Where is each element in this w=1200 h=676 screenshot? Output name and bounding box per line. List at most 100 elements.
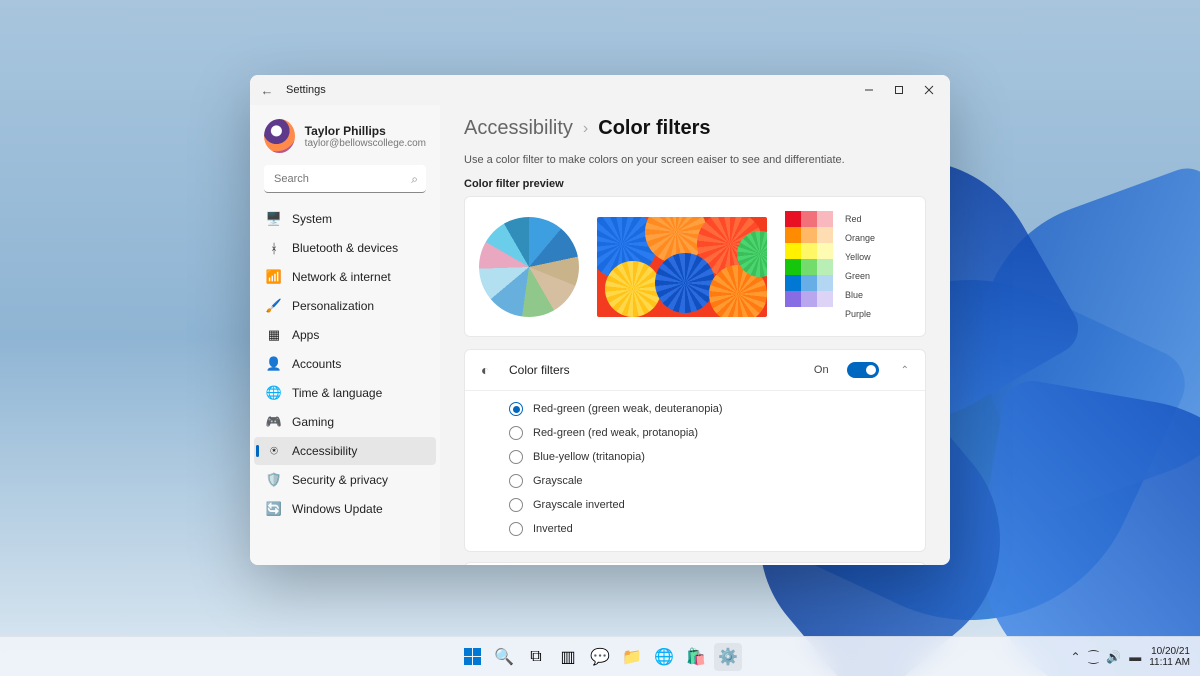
system-tray[interactable]: ⌃ ⁐ 🔊 ▬ 10/20/21 11:11 AM <box>1071 646 1200 668</box>
sidebar-item-windows-update[interactable]: 🔄Windows Update <box>254 495 436 523</box>
swatch <box>785 291 801 307</box>
taskbar-search-icon[interactable]: 🔍 <box>490 643 518 671</box>
nav-icon: 🛡️ <box>266 472 282 488</box>
user-profile[interactable]: Taylor Phillips taylor@bellowscollege.co… <box>254 111 436 165</box>
wifi-icon[interactable]: ⁐ <box>1089 650 1099 664</box>
swatch <box>817 291 833 307</box>
radio-icon <box>509 474 523 488</box>
tray-date: 10/20/21 <box>1151 646 1190 657</box>
sidebar-item-label: System <box>292 212 332 226</box>
search-input[interactable] <box>264 165 426 193</box>
radio-icon <box>509 498 523 512</box>
taskbar: 🔍 ⧉ ▥ 💬 📁 🌐 🛍️ ⚙️ ⌃ ⁐ 🔊 ▬ 10/20/21 11:11… <box>0 636 1200 676</box>
sidebar-item-personalization[interactable]: 🖌️Personalization <box>254 292 436 320</box>
sidebar-item-label: Accessibility <box>292 444 357 458</box>
sidebar-item-network-internet[interactable]: 📶 Network & internet <box>254 263 436 291</box>
nav-icon: ▦ <box>266 327 282 343</box>
radio-icon <box>509 450 523 464</box>
swatch <box>817 243 833 259</box>
filter-option-label: Grayscale inverted <box>533 499 625 511</box>
sidebar: Taylor Phillips taylor@bellowscollege.co… <box>250 105 440 565</box>
back-button[interactable]: ← <box>256 83 278 98</box>
swatch <box>817 227 833 243</box>
volume-icon[interactable]: 🔊 <box>1106 650 1121 664</box>
sidebar-item-label: Gaming <box>292 415 334 429</box>
filter-option-label: Blue-yellow (tritanopia) <box>533 451 645 463</box>
sidebar-item-label: Bluetooth & devices <box>292 241 398 255</box>
color-wheel-preview <box>479 217 579 317</box>
nav-icon: 🌐 <box>266 385 282 401</box>
filter-option-label: Red-green (green weak, deuteranopia) <box>533 403 723 415</box>
chevron-up-icon[interactable]: ⌃ <box>901 365 909 376</box>
nav-icon: ⍟ <box>266 443 282 459</box>
nav-icon: 📶 <box>266 269 282 285</box>
widgets-icon[interactable]: ▥ <box>554 643 582 671</box>
sidebar-item-bluetooth-devices[interactable]: ᚼ Bluetooth & devices <box>254 234 436 262</box>
sidebar-item-security-privacy[interactable]: 🛡️ Security & privacy <box>254 466 436 494</box>
chevron-right-icon: › <box>583 120 588 138</box>
swatch <box>785 227 801 243</box>
battery-icon[interactable]: ▬ <box>1129 650 1141 664</box>
sidebar-item-accessibility[interactable]: ⍟ Accessibility <box>254 437 436 465</box>
keyboard-shortcut-card: Keyboard shortcut for color filters Off <box>464 562 926 565</box>
explorer-icon[interactable]: 📁 <box>618 643 646 671</box>
avatar <box>264 119 295 153</box>
tray-time: 11:11 AM <box>1149 657 1190 668</box>
task-view-icon[interactable]: ⧉ <box>522 643 550 671</box>
filter-option[interactable]: Grayscale <box>509 469 925 493</box>
swatch-label: Red <box>845 211 875 227</box>
page-subtitle: Use a color filter to make colors on you… <box>464 154 926 166</box>
settings-icon[interactable]: ⚙️ <box>714 643 742 671</box>
filter-option[interactable]: Red-green (green weak, deuteranopia) <box>509 397 925 421</box>
color-filters-toggle[interactable] <box>847 362 879 378</box>
swatch <box>785 211 801 227</box>
swatch-label: Orange <box>845 230 875 246</box>
swatch-label: Blue <box>845 287 875 303</box>
chat-icon[interactable]: 💬 <box>586 643 614 671</box>
sidebar-item-gaming[interactable]: 🎮 Gaming <box>254 408 436 436</box>
swatch <box>817 211 833 227</box>
sidebar-item-label: Windows Update <box>292 502 383 516</box>
filter-option[interactable]: Grayscale inverted <box>509 493 925 517</box>
window-title: Settings <box>286 84 326 96</box>
clock[interactable]: 10/20/21 11:11 AM <box>1149 646 1190 668</box>
breadcrumb-parent[interactable]: Accessibility <box>464 117 573 140</box>
filter-option-label: Red-green (red weak, protanopia) <box>533 427 698 439</box>
minimize-button[interactable] <box>854 75 884 105</box>
maximize-button[interactable] <box>884 75 914 105</box>
nav-list: 🖥️System ᚼ Bluetooth & devices 📶 Network & i… <box>254 205 436 523</box>
color-filters-toggle-row: ◐ Color filters On ⌃ <box>465 350 925 390</box>
sidebar-item-system[interactable]: 🖥️System <box>254 205 436 233</box>
radio-icon <box>509 402 523 416</box>
store-icon[interactable]: 🛍️ <box>682 643 710 671</box>
filter-option[interactable]: Blue-yellow (tritanopia) <box>509 445 925 469</box>
sidebar-item-apps[interactable]: ▦Apps <box>254 321 436 349</box>
sidebar-item-label: Accounts <box>292 357 341 371</box>
sidebar-item-label: Personalization <box>292 299 374 313</box>
tray-chevron-icon[interactable]: ⌃ <box>1071 650 1081 664</box>
filter-option[interactable]: Red-green (red weak, protanopia) <box>509 421 925 445</box>
settings-window: ← Settings Taylor Phillips taylor@bellow… <box>250 75 950 565</box>
swatch-label: Yellow <box>845 249 875 265</box>
photo-preview <box>597 217 767 317</box>
swatch <box>801 275 817 291</box>
filter-options-list: Red-green (green weak, deuteranopia) Red-… <box>465 391 925 551</box>
filter-option[interactable]: Inverted <box>509 517 925 541</box>
radio-icon <box>509 426 523 440</box>
nav-icon: 🎮 <box>266 414 282 430</box>
close-button[interactable] <box>914 75 944 105</box>
sidebar-item-label: Time & language <box>292 386 382 400</box>
color-preview-card: RedOrangeYellowGreenBluePurple <box>464 196 926 337</box>
content-area: Accessibility › Color filters Use a colo… <box>440 105 950 565</box>
nav-icon: ᚼ <box>266 240 282 256</box>
sidebar-item-label: Security & privacy <box>292 473 388 487</box>
search-icon: ⌕ <box>411 172 418 187</box>
sidebar-item-accounts[interactable]: 👤Accounts <box>254 350 436 378</box>
taskbar-center: 🔍 ⧉ ▥ 💬 📁 🌐 🛍️ ⚙️ <box>458 643 742 671</box>
sidebar-item-label: Network & internet <box>292 270 391 284</box>
swatch <box>801 291 817 307</box>
sidebar-item-time-language[interactable]: 🌐 Time & language <box>254 379 436 407</box>
start-button[interactable] <box>458 643 486 671</box>
breadcrumb: Accessibility › Color filters <box>464 117 926 140</box>
edge-icon[interactable]: 🌐 <box>650 643 678 671</box>
